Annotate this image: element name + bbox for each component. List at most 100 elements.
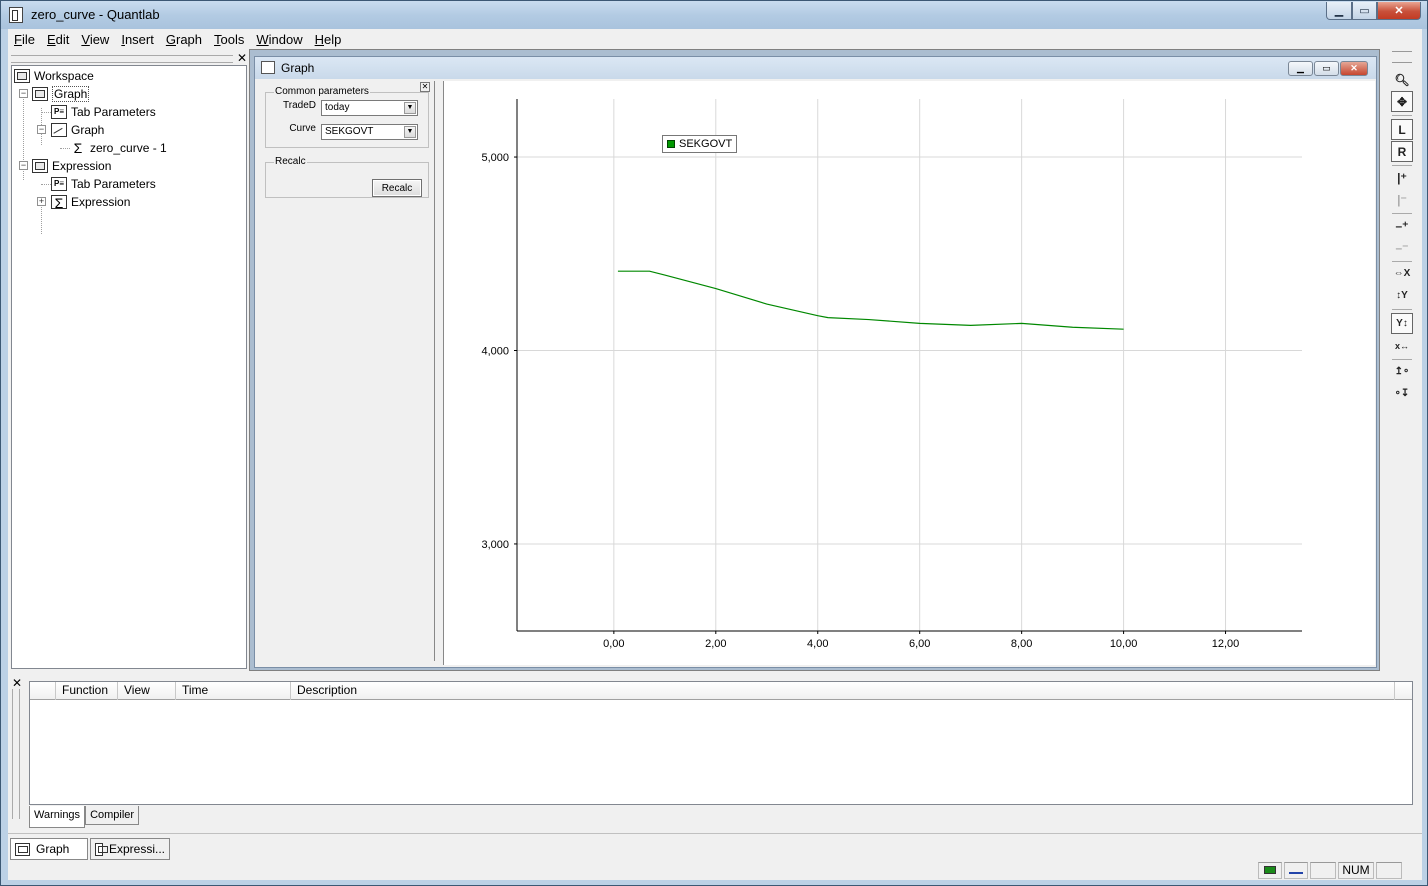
toolbar-separator — [1392, 115, 1412, 116]
menu-label: raph — [175, 31, 203, 47]
status-line-icon — [1284, 862, 1308, 879]
menu-item-edit[interactable]: Edit — [41, 32, 75, 47]
graph-restore-button[interactable]: ▭ — [1314, 61, 1339, 76]
collapse-icon[interactable]: − — [19, 161, 28, 170]
tree-item-graph-tab-parameters[interactable]: P≡ Tab Parameters — [51, 103, 156, 121]
expand-icon[interactable]: + — [37, 197, 46, 206]
x-tick-label: 4,00 — [807, 638, 828, 650]
x-scale-icon[interactable]: ⇔X — [1391, 263, 1413, 284]
recalc-button[interactable]: Recalc — [372, 179, 422, 197]
graph-window-controls: ▁ ▭ ✕ — [1288, 61, 1368, 76]
zoom-icon[interactable]: 🔍︎ — [1391, 69, 1413, 90]
tree-item-graph-sub[interactable]: Graph — [51, 121, 104, 139]
column-header-view[interactable]: View — [118, 682, 176, 700]
x-tick-label: 6,00 — [909, 638, 930, 650]
vertical-line-remove-icon[interactable]: |⁻ — [1391, 189, 1413, 210]
status-pane — [1376, 862, 1402, 879]
menu-label: dit — [55, 31, 70, 47]
tab-warnings[interactable]: Warnings — [29, 806, 86, 828]
column-header-time[interactable]: Time — [176, 682, 291, 700]
right-axis-icon[interactable]: R — [1391, 141, 1413, 162]
graph-folder-icon — [32, 87, 48, 101]
workspace-icon — [14, 69, 30, 83]
maximize-button[interactable]: ▭ — [1352, 2, 1377, 20]
curve-combo[interactable]: SEKGOVT ▼ — [321, 124, 418, 140]
menu-accelerator: V — [81, 31, 90, 47]
chevron-down-icon[interactable]: ▼ — [404, 126, 416, 138]
menu-item-help[interactable]: Help — [309, 32, 348, 47]
menu-item-view[interactable]: View — [75, 32, 115, 47]
pan-icon[interactable]: ✥ — [1391, 91, 1413, 112]
menu-item-file[interactable]: File — [8, 32, 41, 47]
parameter-panel-close-icon[interactable]: ✕ — [420, 82, 430, 92]
column-header-blank[interactable] — [30, 682, 56, 700]
chart-icon — [51, 123, 67, 137]
menu-bar: File Edit View Insert Graph Tools Window Help — [8, 29, 1422, 49]
close-button[interactable]: ✕ — [1377, 2, 1421, 20]
graph-window-icon — [15, 842, 30, 856]
x-marker-icon[interactable]: x↔ — [1391, 335, 1413, 356]
column-header-description[interactable]: Description — [291, 682, 1395, 700]
column-header-function[interactable]: Function — [56, 682, 118, 700]
recalc-group: Recalc Recalc — [265, 156, 429, 198]
window-tab-bar: Graph Expressi... — [8, 833, 1422, 861]
menu-accelerator: W — [256, 31, 269, 47]
graph-window: Graph ▁ ▭ ✕ ✕ Common parameters TradeD t… — [254, 56, 1377, 668]
curve-label: Curve — [289, 123, 316, 134]
panel-grip[interactable] — [11, 55, 233, 63]
output-list[interactable]: Function View Time Description — [29, 681, 1413, 805]
window-tab-expression[interactable]: Expressi... — [90, 838, 170, 860]
sigma-icon: Σ — [70, 141, 86, 155]
y-axis-fit-icon[interactable]: Y↕ — [1391, 313, 1413, 334]
vertical-line-add-icon[interactable]: |⁺ — [1391, 167, 1413, 188]
workspace-close-icon[interactable]: ✕ — [237, 51, 247, 65]
toolbar-grip[interactable] — [1392, 51, 1412, 63]
legend-label: SEKGOVT — [679, 138, 733, 150]
chart-legend[interactable]: SEKGOVT — [662, 135, 738, 153]
y-tick-label: 5,000 — [481, 152, 509, 164]
tree-item-workspace[interactable]: Workspace — [14, 67, 94, 85]
y-scale-icon[interactable]: ↕Y — [1391, 285, 1413, 306]
output-panel: ✕ Function View Time Description Warning… — [8, 675, 1422, 831]
common-parameters-group: Common parameters TradeD today ▼ Curve S… — [265, 86, 429, 148]
panel-grip[interactable] — [12, 689, 20, 819]
marker-up-icon[interactable]: ↥∘ — [1391, 361, 1413, 382]
window-tab-graph[interactable]: Graph — [10, 838, 88, 860]
app-icon[interactable] — [9, 7, 23, 23]
graph-window-title-bar[interactable]: Graph ▁ ▭ ✕ — [255, 57, 1376, 79]
chevron-down-icon[interactable]: ▼ — [404, 102, 416, 114]
menu-item-tools[interactable]: Tools — [208, 32, 250, 47]
x-tick-label: 0,00 — [603, 638, 624, 650]
x-tick-label: 10,00 — [1110, 638, 1138, 650]
horizontal-line-remove-icon[interactable]: –⁻ — [1391, 237, 1413, 258]
tab-compiler[interactable]: Compiler — [85, 806, 140, 825]
left-axis-icon[interactable]: L — [1391, 119, 1413, 140]
tree-item-expression-tab-parameters[interactable]: P≡ Tab Parameters — [51, 175, 156, 193]
window-tab-label: Graph — [36, 842, 70, 856]
chart-area[interactable]: 0,00 2,00 4,00 6,00 8,00 10,00 12,00 3,000 4,000… — [443, 81, 1375, 665]
menu-item-insert[interactable]: Insert — [115, 32, 160, 47]
menu-item-window[interactable]: Window — [250, 32, 308, 47]
x-tick-label: 12,00 — [1212, 638, 1240, 650]
collapse-icon[interactable]: − — [37, 125, 46, 134]
graph-minimize-button[interactable]: ▁ — [1288, 61, 1313, 76]
marker-down-icon[interactable]: ∘↧ — [1391, 383, 1413, 404]
minimize-button[interactable]: ▁ — [1326, 2, 1352, 20]
collapse-icon[interactable]: − — [19, 89, 28, 98]
tree-item-graph[interactable]: Graph — [32, 85, 90, 103]
output-tabs: Warnings Compiler — [29, 806, 140, 828]
menu-item-graph[interactable]: Graph — [160, 32, 208, 47]
output-close-icon[interactable]: ✕ — [12, 676, 22, 690]
tree-item-expression-sub[interactable]: Σ Expression — [51, 193, 130, 211]
legend-swatch — [667, 140, 675, 148]
line-chart[interactable]: 0,00 2,00 4,00 6,00 8,00 10,00 12,00 3,000 4,000… — [444, 81, 1374, 665]
horizontal-line-add-icon[interactable]: –⁺ — [1391, 215, 1413, 236]
graph-close-button[interactable]: ✕ — [1340, 61, 1368, 76]
traded-combo[interactable]: today ▼ — [321, 100, 418, 116]
group-title: Recalc — [274, 156, 307, 167]
title-bar[interactable]: zero_curve - Quantlab ▁ ▭ ✕ — [1, 1, 1427, 29]
menu-label: ools — [220, 31, 245, 47]
tree-item-zero-curve[interactable]: Σ zero_curve - 1 — [70, 139, 167, 157]
tree-item-expression[interactable]: Expression — [32, 157, 111, 175]
x-tick-label: 8,00 — [1011, 638, 1032, 650]
